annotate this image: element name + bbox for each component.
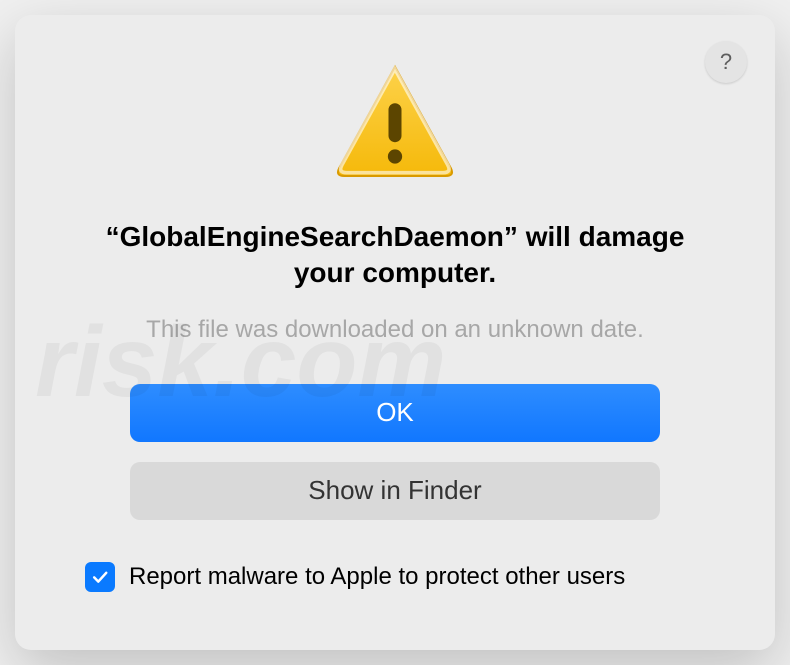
help-icon: ? <box>720 49 732 75</box>
warning-icon <box>330 59 460 189</box>
dialog-message-main: “GlobalEngineSearchDaemon” will damage y… <box>75 219 715 292</box>
check-icon <box>90 567 110 587</box>
report-malware-row: Report malware to Apple to protect other… <box>75 562 715 592</box>
ok-button[interactable]: OK <box>130 384 660 442</box>
report-malware-checkbox[interactable] <box>85 562 115 592</box>
help-button[interactable]: ? <box>705 41 747 83</box>
show-in-finder-button[interactable]: Show in Finder <box>130 462 660 520</box>
alert-dialog: ? “GlobalEngineSearchDaemon” will damage… <box>15 15 775 650</box>
dialog-message-sub: This file was downloaded on an unknown d… <box>146 316 644 344</box>
report-malware-label: Report malware to Apple to protect other… <box>129 563 625 591</box>
